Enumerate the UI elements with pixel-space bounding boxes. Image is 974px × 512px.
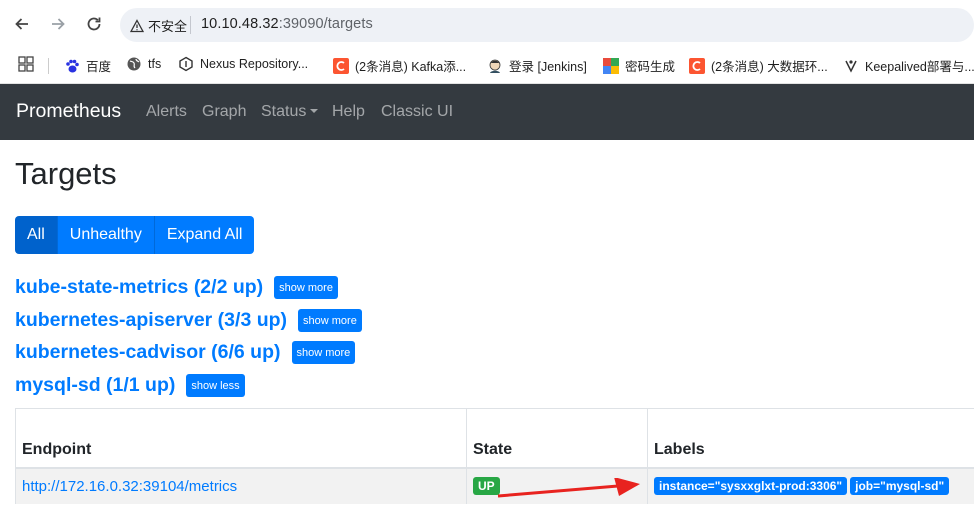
caret-down-icon <box>310 109 319 113</box>
filter-button-group: All Unhealthy Expand All <box>15 216 255 254</box>
table-header-row: Endpoint State Labels <box>15 408 974 469</box>
bookmark-baidu[interactable]: 百度 <box>64 56 111 75</box>
apps-button[interactable] <box>18 56 34 72</box>
apps-grid-icon <box>18 56 34 72</box>
nav-classic-ui[interactable]: Classic UI <box>381 103 453 121</box>
jenkins-icon <box>487 58 503 74</box>
prometheus-navbar: Prometheus Alerts Graph Status Help Clas… <box>0 84 974 140</box>
label-badge-instance: instance="sysxxglxt-prod:3306" <box>654 477 848 495</box>
column-header-labels: Labels <box>647 408 974 469</box>
url-host: 10.10.48.32 <box>201 16 279 32</box>
show-less-button[interactable]: show less <box>186 374 245 397</box>
bookmark-label: 登录 [Jenkins] <box>509 60 587 74</box>
forward-button[interactable] <box>46 12 70 36</box>
labels-cell: instance="sysxxglxt-prod:3306" job="mysql… <box>647 467 974 504</box>
nav-status-dropdown[interactable]: Status <box>261 103 319 121</box>
filter-all-button[interactable]: All <box>15 216 58 254</box>
label-badge-job: job="mysql-sd" <box>850 477 950 495</box>
column-header-endpoint: Endpoint <box>15 408 467 469</box>
show-more-button[interactable]: show more <box>291 341 356 364</box>
pool-link-kubernetes-cadvisor[interactable]: kubernetes-cadvisor (6/6 up) <box>15 341 281 364</box>
bookmark-keepalived[interactable]: Keepalived部署与... <box>843 56 974 75</box>
expand-all-button[interactable]: Expand All <box>154 216 255 254</box>
show-more-button[interactable]: show more <box>298 309 362 332</box>
url-divider <box>190 16 191 34</box>
pool-header: mysql-sd (1/1 up) show less <box>15 374 245 397</box>
csdn-icon <box>689 57 705 74</box>
nav-graph[interactable]: Graph <box>202 103 246 121</box>
bookmark-label: tfs <box>148 57 162 71</box>
bookmark-bigdata[interactable]: (2条消息) 大数据环... <box>689 56 828 75</box>
bookmark-kafka[interactable]: (2条消息) Kafka添... <box>333 56 466 75</box>
nexus-icon <box>178 56 194 72</box>
reload-button[interactable] <box>82 12 106 36</box>
endpoint-cell: http://172.16.0.32:39104/metrics <box>15 467 467 504</box>
bookmark-label: (2条消息) Kafka添... <box>355 60 467 74</box>
nav-status-label: Status <box>261 103 307 120</box>
page-title: Targets <box>15 156 117 191</box>
endpoint-link[interactable]: http://172.16.0.32:39104/metrics <box>22 478 237 495</box>
csdn-icon <box>333 57 349 74</box>
bookmark-tfs[interactable]: tfs <box>126 56 161 72</box>
puzzle-icon <box>603 57 619 74</box>
pool-header: kubernetes-apiserver (3/3 up) show more <box>15 309 362 332</box>
bookmark-nexus[interactable]: Nexus Repository... <box>178 56 308 72</box>
column-header-state: State <box>466 408 648 469</box>
browser-toolbar: 不安全 10.10.48.32:39090/targets <box>0 0 974 48</box>
show-more-button[interactable]: show more <box>274 276 338 299</box>
bookmark-password[interactable]: 密码生成 <box>603 56 675 75</box>
bookmark-jenkins[interactable]: 登录 [Jenkins] <box>487 56 587 75</box>
pool-header: kube-state-metrics (2/2 up) show more <box>15 276 338 299</box>
pool-link-mysql-sd[interactable]: mysql-sd (1/1 up) <box>15 374 175 397</box>
arrow-right-icon <box>52 18 65 30</box>
arrow-left-icon <box>15 18 28 30</box>
bookmark-label: 密码生成 <box>625 60 676 74</box>
back-button[interactable] <box>10 12 34 36</box>
paw-icon <box>64 58 80 74</box>
nav-alerts[interactable]: Alerts <box>146 103 187 121</box>
pool-link-kubernetes-apiserver[interactable]: kubernetes-apiserver (3/3 up) <box>15 309 287 332</box>
address-bar[interactable]: 不安全 10.10.48.32:39090/targets <box>120 8 974 42</box>
pool-link-kube-state-metrics[interactable]: kube-state-metrics (2/2 up) <box>15 276 263 299</box>
brand-link[interactable]: Prometheus <box>16 100 121 123</box>
security-label: 不安全 <box>148 19 188 34</box>
security-indicator[interactable]: 不安全 <box>130 16 187 35</box>
warning-icon <box>130 18 144 32</box>
filter-unhealthy-button[interactable]: Unhealthy <box>57 216 155 254</box>
reload-icon <box>87 17 101 31</box>
nav-help[interactable]: Help <box>332 103 365 121</box>
annotation-arrow <box>497 478 640 498</box>
url-text[interactable]: 10.10.48.32:39090/targets <box>201 16 373 32</box>
keepalived-icon <box>843 58 859 74</box>
pool-header: kubernetes-cadvisor (6/6 up) show more <box>15 341 356 364</box>
bookmarks-bar: 百度 tfs Nexus Repository... (2条消息) Kafka添… <box>0 48 974 84</box>
bookmark-label: (2条消息) 大数据环... <box>711 60 828 74</box>
bookmark-label: Nexus Repository... <box>200 57 309 71</box>
bookmark-label: Keepalived部署与... <box>865 60 974 74</box>
globe-icon <box>126 56 142 72</box>
bookmark-divider <box>48 58 49 74</box>
url-path: :39090/targets <box>278 16 373 32</box>
bookmark-label: 百度 <box>86 60 112 74</box>
